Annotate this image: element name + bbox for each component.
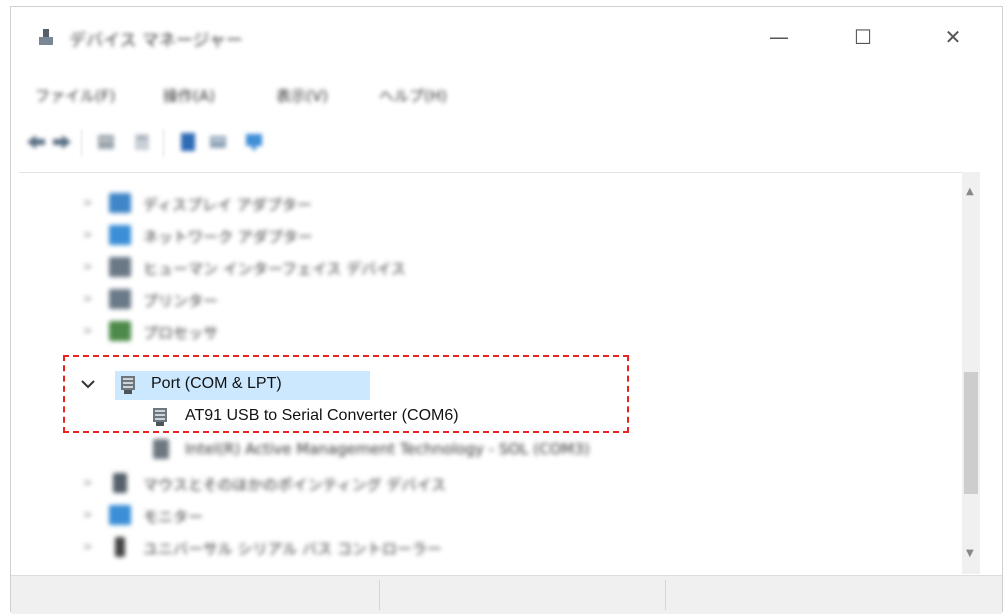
- tree-item-display-adapters[interactable]: > ディスプレイ アダプター: [19, 187, 962, 219]
- device-tree: > ディスプレイ アダプター > ネットワーク アダプター > ヒューマン イン…: [19, 172, 962, 575]
- hid-icon: [109, 257, 131, 277]
- tree-item-label: Intel(R) Active Management Technology - …: [185, 440, 590, 458]
- menu-help[interactable]: ヘルプ(H): [379, 85, 447, 106]
- tree-item-network-adapters[interactable]: > ネットワーク アダプター: [19, 219, 962, 251]
- menu-view[interactable]: 表示(V): [276, 85, 328, 106]
- menu-file[interactable]: ファイル(F): [35, 85, 115, 106]
- tree-item-intel-amt-sol[interactable]: Intel(R) Active Management Technology - …: [19, 433, 962, 465]
- status-divider: [665, 580, 666, 610]
- tree-item-label: ユニバーサル シリアル バス コントローラー: [143, 540, 442, 558]
- toolbar-separator: [163, 129, 164, 157]
- title-bar: デバイス マネージャー — ☐ ✕: [11, 7, 1002, 69]
- tree-item-label: Port (COM & LPT): [151, 375, 282, 392]
- grid-view-icon[interactable]: [95, 131, 117, 153]
- port-icon: [153, 439, 169, 459]
- tree-item-label: マウスとそのほかのポインティング デバイス: [143, 476, 446, 494]
- monitor-icon[interactable]: [243, 131, 265, 153]
- expand-arrow-icon[interactable]: >: [83, 540, 92, 553]
- expand-arrow-icon[interactable]: >: [83, 260, 92, 273]
- help-icon[interactable]: [177, 131, 199, 153]
- tree-item-label: プロセッサ: [143, 324, 219, 342]
- mouse-icon: [113, 473, 127, 493]
- expand-arrow-icon[interactable]: >: [83, 324, 92, 337]
- status-bar: [11, 575, 1002, 614]
- tree-item-label: ヒューマン インターフェイス デバイス: [143, 260, 406, 278]
- expand-arrow-icon[interactable]: >: [83, 292, 92, 305]
- expand-arrow-icon[interactable]: >: [83, 476, 92, 489]
- tree-item-hid[interactable]: > ヒューマン インターフェイス デバイス: [19, 251, 962, 283]
- back-arrow-icon[interactable]: [25, 131, 47, 153]
- tree-item-mice[interactable]: > マウスとそのほかのポインティング デバイス: [19, 467, 962, 499]
- menu-action[interactable]: 操作(A): [163, 85, 215, 106]
- usb-icon: [115, 537, 125, 557]
- chevron-down-icon[interactable]: [79, 375, 97, 393]
- toolbar-separator: [81, 129, 82, 157]
- processor-icon: [109, 321, 131, 341]
- close-button[interactable]: ✕: [933, 21, 973, 53]
- scroll-down-icon[interactable]: ▼: [966, 548, 974, 559]
- printer-icon: [109, 289, 131, 309]
- tree-item-at91-usb-serial[interactable]: AT91 USB to Serial Converter (COM6): [19, 401, 962, 433]
- monitor-icon: [109, 505, 131, 525]
- tree-item-ports[interactable]: Port (COM & LPT): [19, 369, 962, 401]
- tree-item-usb-controllers[interactable]: > ユニバーサル シリアル バス コントローラー: [19, 531, 962, 563]
- expand-arrow-icon[interactable]: >: [83, 228, 92, 241]
- port-icon: [121, 376, 135, 394]
- status-divider: [379, 580, 380, 610]
- toolbar: [11, 117, 1002, 165]
- minimize-button[interactable]: —: [759, 21, 799, 53]
- vertical-scrollbar[interactable]: ▲ ▼: [962, 172, 980, 574]
- network-adapter-icon: [109, 225, 131, 245]
- expand-arrow-icon[interactable]: >: [83, 508, 92, 521]
- tree-item-label: プリンター: [143, 292, 219, 310]
- display-adapter-icon: [109, 193, 131, 213]
- tree-item-monitors[interactable]: > モニター: [19, 499, 962, 531]
- tree-item-label: ネットワーク アダプター: [143, 228, 313, 246]
- device-manager-window: デバイス マネージャー — ☐ ✕ ファイル(F) 操作(A) 表示(V) ヘル…: [10, 6, 1003, 614]
- expand-arrow-icon[interactable]: >: [83, 196, 92, 209]
- scroll-up-icon[interactable]: ▲: [966, 186, 974, 197]
- menu-bar: ファイル(F) 操作(A) 表示(V) ヘルプ(H): [11, 73, 1002, 113]
- port-icon: [153, 408, 167, 426]
- window-title: デバイス マネージャー: [69, 31, 243, 51]
- tree-item-label: ディスプレイ アダプター: [143, 196, 312, 214]
- properties-icon[interactable]: [131, 131, 153, 153]
- maximize-button[interactable]: ☐: [843, 21, 883, 53]
- device-manager-app-icon: [39, 29, 53, 45]
- forward-arrow-icon[interactable]: [51, 131, 73, 153]
- tree-item-printers[interactable]: > プリンター: [19, 283, 962, 315]
- scrollbar-thumb[interactable]: [964, 372, 978, 494]
- device-list-icon[interactable]: [207, 131, 229, 153]
- tree-item-label: AT91 USB to Serial Converter (COM6): [185, 407, 459, 424]
- tree-item-label: モニター: [143, 508, 204, 526]
- tree-item-processors[interactable]: > プロセッサ: [19, 315, 962, 347]
